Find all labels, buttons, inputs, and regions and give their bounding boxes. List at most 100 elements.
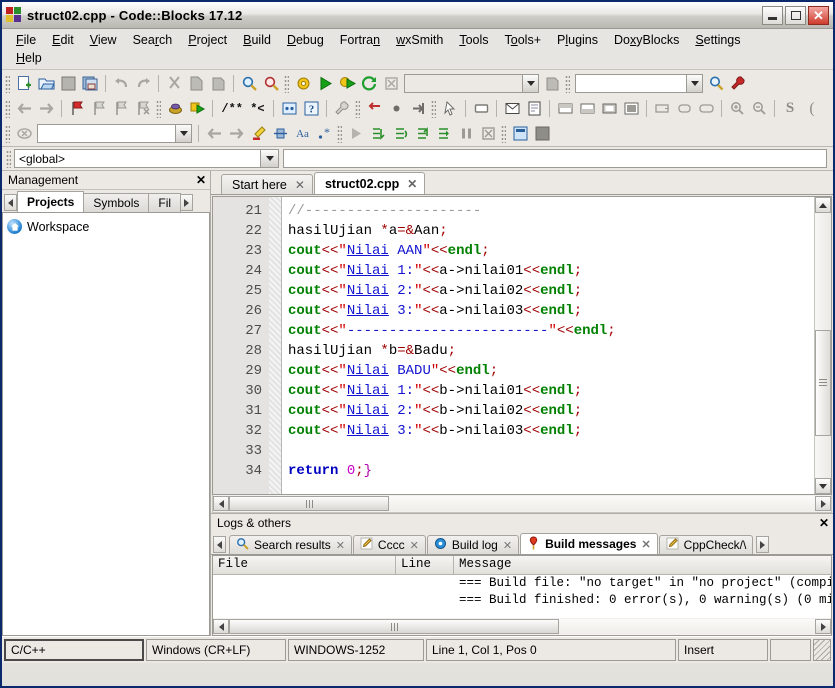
logs-tab-cccc[interactable]: Cccc ✕	[352, 535, 426, 554]
code-line[interactable]: cout<<"Nilai 1:"<<b->nilai01<<endl;	[288, 381, 814, 401]
scroll-right-button[interactable]	[815, 496, 831, 511]
align-left-icon[interactable]	[651, 98, 673, 119]
close-icon[interactable]: ✕	[503, 539, 512, 552]
menu-item-debug[interactable]: Debug	[279, 31, 332, 49]
code-line[interactable]: cout<<"Nilai 2:"<<a->nilai02<<endl;	[288, 281, 814, 301]
chevron-down-icon[interactable]	[175, 125, 191, 142]
code-area[interactable]: //--------------------- hasilUjian *a=&Aa…	[282, 197, 814, 494]
close-button[interactable]: ✕	[808, 5, 829, 25]
build-messages-body[interactable]: === Build file: "no target" in "no proje…	[213, 575, 831, 618]
toolbar-grip-icon[interactable]	[355, 99, 360, 118]
menu-item-plugins[interactable]: Plugins	[549, 31, 606, 49]
goto-prev-icon[interactable]	[203, 123, 225, 144]
tools-icon[interactable]	[331, 98, 353, 119]
build-and-run-icon[interactable]	[336, 73, 358, 94]
toolbar-grip-icon[interactable]	[5, 99, 10, 118]
scroll-track[interactable]	[229, 496, 815, 511]
toolbar-grip-icon[interactable]	[6, 149, 11, 168]
close-icon[interactable]: ✕	[410, 539, 419, 552]
clear-search-icon[interactable]	[13, 123, 35, 144]
comment-icon[interactable]: /** *<	[217, 98, 269, 119]
search-options-icon[interactable]	[727, 73, 749, 94]
layout-bottom-icon[interactable]	[576, 98, 598, 119]
close-icon[interactable]: ✕	[819, 516, 829, 530]
dialog-icon[interactable]	[501, 98, 523, 119]
scroll-thumb[interactable]	[815, 329, 831, 436]
function-combo[interactable]	[283, 149, 827, 168]
close-icon[interactable]: ✕	[641, 538, 650, 551]
style-icon[interactable]: S	[779, 98, 801, 119]
select-target-icon[interactable]	[541, 73, 563, 94]
scroll-thumb[interactable]	[229, 496, 389, 511]
break-icon[interactable]	[455, 123, 477, 144]
undo-icon[interactable]	[110, 73, 132, 94]
code-line[interactable]: cout<<"Nilai 3:"<<a->nilai03<<endl;	[288, 301, 814, 321]
code-line[interactable]: cout<<"Nilai 1:"<<a->nilai01<<endl;	[288, 261, 814, 281]
chevron-down-icon[interactable]	[522, 75, 538, 92]
tab-symbols[interactable]: Symbols	[83, 193, 150, 212]
run-icon[interactable]	[314, 73, 336, 94]
abort-icon[interactable]	[380, 73, 402, 94]
code-line[interactable]: cout<<"Nilai BADU"<<endl;	[288, 361, 814, 381]
next-instruction-icon[interactable]	[433, 123, 455, 144]
tab-scroll-left-button[interactable]	[4, 194, 17, 211]
projects-tree[interactable]: Workspace	[2, 213, 210, 636]
toolbar-grip-icon[interactable]	[431, 99, 436, 118]
tab-scroll-right-button[interactable]	[180, 194, 194, 211]
doxyblocks-icon[interactable]	[278, 98, 300, 119]
back-icon[interactable]	[13, 98, 35, 119]
code-line[interactable]: cout<<"------------------------"<<endl;	[288, 321, 814, 341]
menu-item-search[interactable]: Search	[125, 31, 181, 49]
tab-projects[interactable]: Projects	[17, 191, 85, 212]
toolbar-grip-icon[interactable]	[5, 124, 10, 143]
logs-tab-cppcheck[interactable]: CppCheck/\	[658, 535, 754, 554]
code-line[interactable]: cout<<"Nilai AAN"<<endl;	[288, 241, 814, 261]
chevron-down-icon[interactable]	[260, 150, 278, 167]
new-file-icon[interactable]	[13, 73, 35, 94]
highlight-icon[interactable]	[247, 123, 269, 144]
menu-item-view[interactable]: View	[82, 31, 125, 49]
regex-icon[interactable]: *	[313, 123, 335, 144]
record-icon[interactable]	[385, 98, 407, 119]
layout-fill-icon[interactable]	[620, 98, 642, 119]
step-over-icon[interactable]	[389, 123, 411, 144]
logs-tab-build-messages[interactable]: Build messages ✕	[520, 533, 658, 554]
layout-center-icon[interactable]	[598, 98, 620, 119]
table-row[interactable]: === Build file: "no target" in "no proje…	[213, 575, 831, 592]
code-editor[interactable]: 21 22 23 24 25 26 27 28 29 30 31 32 33 34 //---------…	[212, 196, 832, 495]
search-input[interactable]	[575, 74, 703, 93]
logs-tab-build-log[interactable]: Build log ✕	[426, 535, 520, 554]
scroll-left-button[interactable]	[213, 619, 229, 634]
toolbar-grip-icon[interactable]	[284, 74, 289, 93]
code-line[interactable]: cout<<"Nilai 3:"<<b->nilai03<<endl;	[288, 421, 814, 441]
logs-tab-scroll-left-button[interactable]	[213, 536, 226, 553]
save-icon[interactable]	[57, 73, 79, 94]
maximize-button[interactable]	[785, 5, 806, 25]
step-into-icon[interactable]	[367, 123, 389, 144]
menu-item-tools[interactable]: Tools	[451, 31, 496, 49]
menu-item-file[interactable]: File	[8, 31, 44, 49]
scroll-thumb[interactable]	[229, 619, 559, 634]
code-line[interactable]	[288, 441, 814, 461]
menu-item-wxsmith[interactable]: wxSmith	[388, 31, 451, 49]
scroll-left-button[interactable]	[213, 496, 229, 511]
scroll-down-button[interactable]	[815, 478, 831, 494]
layout-top-icon[interactable]	[554, 98, 576, 119]
bookmark-toggle-icon[interactable]	[66, 98, 88, 119]
bookmark-prev-icon[interactable]	[88, 98, 110, 119]
incremental-search-input[interactable]	[37, 124, 192, 143]
menu-item-help[interactable]: Help	[8, 49, 50, 67]
menu-item-edit[interactable]: Edit	[44, 31, 82, 49]
align-center-icon[interactable]	[673, 98, 695, 119]
search-go-icon[interactable]	[705, 73, 727, 94]
column-header-message[interactable]: Message	[454, 556, 831, 574]
fold-margin[interactable]	[269, 197, 282, 494]
menu-item-project[interactable]: Project	[180, 31, 235, 49]
build-messages-grid[interactable]: File Line Message === Build file: "no ta…	[212, 555, 832, 636]
resize-grip-icon[interactable]	[813, 639, 831, 661]
close-icon[interactable]: ✕	[196, 173, 206, 187]
tree-item-workspace[interactable]: Workspace	[7, 219, 205, 234]
code-line[interactable]: cout<<"Nilai 2:"<<b->nilai02<<endl;	[288, 401, 814, 421]
close-icon[interactable]: ✕	[407, 177, 417, 191]
save-all-icon[interactable]	[79, 73, 101, 94]
